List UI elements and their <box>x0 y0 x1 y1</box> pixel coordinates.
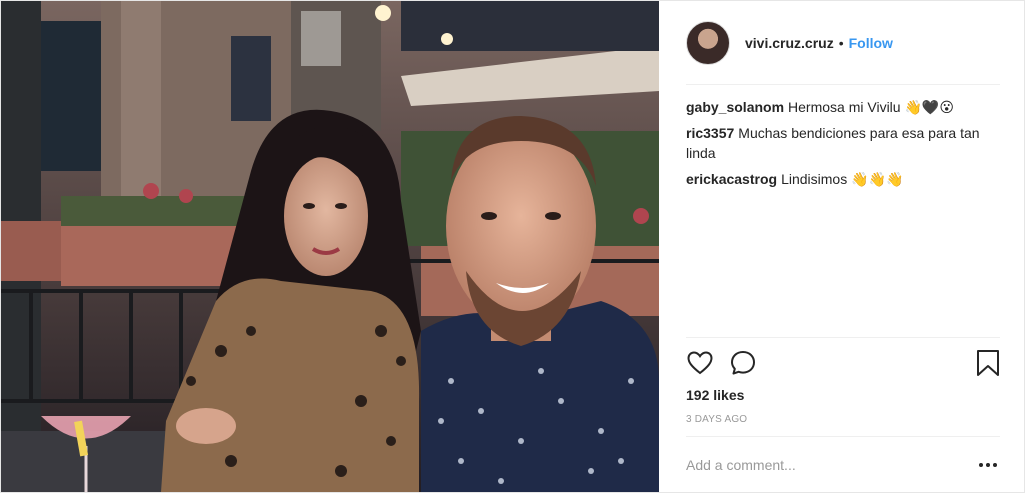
post-photo[interactable] <box>1 1 659 492</box>
more-options-icon[interactable] <box>976 455 1000 475</box>
comment-username[interactable]: erickacastrog <box>686 171 777 187</box>
header-separator: • <box>838 34 844 51</box>
comment-item: gaby_solanom Hermosa mi Vivilu 👋🖤😮 <box>686 97 992 117</box>
post-side-panel: vivi.cruz.cruz • Follow gaby_solanom Herm… <box>659 1 1024 492</box>
post-photo-image <box>1 1 659 492</box>
post-header: vivi.cruz.cruz • Follow <box>686 1 1000 85</box>
add-comment-input[interactable] <box>686 457 976 473</box>
comment-item: erickacastrog Lindisimos 👋👋👋 <box>686 169 992 189</box>
instagram-post: vivi.cruz.cruz • Follow gaby_solanom Herm… <box>0 0 1025 493</box>
follow-button[interactable]: Follow <box>849 35 893 51</box>
heart-icon[interactable] <box>686 349 714 377</box>
bookmark-icon[interactable] <box>976 349 1000 377</box>
comment-item: ric3357 Muchas bendiciones para esa para … <box>686 123 992 163</box>
add-comment-bar <box>686 436 1000 493</box>
likes-count[interactable]: 192 likes <box>686 387 744 403</box>
comment-text: Lindisimos 👋👋👋 <box>781 171 904 187</box>
post-timestamp[interactable]: 3 DAYS AGO <box>686 414 747 425</box>
comment-text: Hermosa mi Vivilu 👋🖤😮 <box>788 99 954 115</box>
author-username[interactable]: vivi.cruz.cruz <box>745 35 834 51</box>
comment-username[interactable]: gaby_solanom <box>686 99 784 115</box>
comment-username[interactable]: ric3357 <box>686 125 734 141</box>
comment-bubble-icon[interactable] <box>729 349 757 377</box>
post-actions <box>686 337 1000 386</box>
author-avatar[interactable] <box>686 20 730 65</box>
comment-list: gaby_solanom Hermosa mi Vivilu 👋🖤😮 ric335… <box>686 97 992 195</box>
